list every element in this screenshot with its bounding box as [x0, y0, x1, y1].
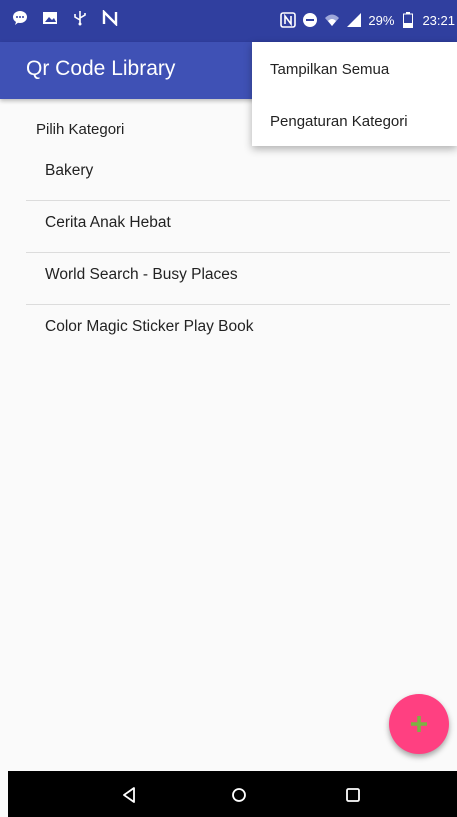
- wifi-icon: [324, 12, 340, 28]
- dnd-icon: [302, 12, 318, 28]
- add-button[interactable]: [389, 694, 449, 754]
- clock: 23:21: [422, 12, 455, 28]
- category-item-world-search[interactable]: World Search - Busy Places: [26, 253, 450, 305]
- plus-icon: [411, 716, 427, 732]
- back-icon[interactable]: [117, 783, 141, 807]
- app-title: Qr Code Library: [26, 57, 176, 80]
- category-item-bakery[interactable]: Bakery: [26, 149, 450, 201]
- category-item-color-magic[interactable]: Color Magic Sticker Play Book: [26, 305, 450, 357]
- image-icon: [42, 10, 58, 26]
- category-heading: Pilih Kategori: [36, 121, 125, 138]
- chat-icon: [12, 10, 28, 26]
- menu-item-show-all[interactable]: Tampilkan Semua: [252, 42, 457, 94]
- category-list: Bakery Cerita Anak Hebat World Search - …: [26, 149, 450, 357]
- overflow-menu: Tampilkan Semua Pengaturan Kategori: [252, 42, 457, 146]
- status-left-icons: [12, 10, 118, 26]
- n-icon: [102, 10, 118, 26]
- recents-icon[interactable]: [341, 783, 365, 807]
- battery-percent: 29%: [368, 12, 395, 28]
- home-icon[interactable]: [227, 783, 251, 807]
- nfc-icon: [280, 12, 297, 28]
- signal-icon: [346, 12, 362, 28]
- status-right-icons: 29% 23:21: [280, 12, 455, 28]
- battery-icon: [400, 12, 416, 28]
- usb-icon: [72, 10, 88, 26]
- navigation-bar: [8, 771, 457, 817]
- category-item-cerita-anak-hebat[interactable]: Cerita Anak Hebat: [26, 201, 450, 253]
- menu-item-category-settings[interactable]: Pengaturan Kategori: [252, 94, 457, 146]
- status-bar: 29% 23:21: [0, 0, 457, 42]
